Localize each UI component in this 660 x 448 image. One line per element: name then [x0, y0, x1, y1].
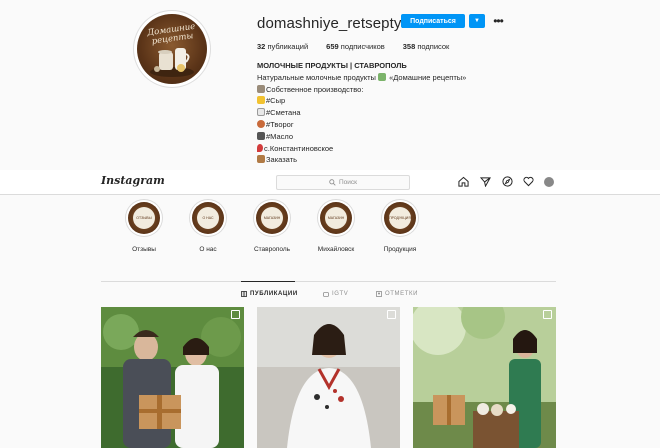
post-thumbnail[interactable] — [413, 307, 556, 448]
highlight-badge: продукция — [389, 207, 411, 229]
highlight-badge: о нас — [197, 207, 219, 229]
highlight-otzyvy[interactable]: отзывы Отзывы — [124, 200, 164, 253]
cheese-icon — [257, 96, 265, 105]
avatar-illustration — [150, 48, 194, 77]
bowl-icon — [257, 119, 265, 128]
profile-username: domashniye_retsepty26 — [257, 15, 419, 32]
post-thumbnail[interactable] — [101, 307, 244, 448]
following-stat[interactable]: 358 подписок — [403, 42, 450, 51]
highlight-o-nas[interactable]: о нас О нас — [188, 200, 228, 253]
active-tab-indicator — [241, 281, 295, 282]
highlight-badge: магазин — [261, 207, 283, 229]
bio-line: #Масло — [257, 131, 517, 143]
tab-tagged[interactable]: ОТМЕТКИ — [376, 291, 418, 297]
bio-line: Заказать — [257, 154, 517, 166]
carousel-icon — [231, 310, 240, 319]
activity-heart-icon[interactable] — [523, 176, 534, 187]
highlight-produktsiya[interactable]: продукция Продукция — [380, 200, 420, 253]
carousel-icon — [543, 310, 552, 319]
bio-line: #Творог — [257, 119, 517, 131]
bio-line: Собственное производство: — [257, 84, 517, 96]
tabs-divider — [101, 281, 556, 282]
suggestions-dropdown-button[interactable]: ▼ — [469, 14, 485, 28]
highlight-cover: отзывы — [126, 200, 162, 236]
highlight-label: Отзывы — [132, 246, 156, 253]
avatar-image: Домашние рецепты — [137, 14, 207, 84]
direct-icon[interactable] — [480, 176, 491, 187]
highlight-badge: магазин — [325, 207, 347, 229]
more-dots-icon: ••• — [493, 14, 504, 28]
post-photo-market-stall — [413, 307, 556, 448]
bio-name: МОЛОЧНЫЕ ПРОДУКТЫ | СТАВРОПОЛЬ — [257, 61, 407, 70]
profile-stats: 32 публикаций 659 подписчиков 358 подпис… — [257, 42, 449, 51]
profile-avatar[interactable]: Домашние рецепты — [134, 11, 210, 87]
highlight-badge: отзывы — [133, 207, 155, 229]
grid-icon — [241, 291, 247, 297]
highlight-cover: магазин — [254, 200, 290, 236]
highlight-label: О нас — [199, 246, 217, 253]
home-icon[interactable] — [458, 176, 469, 187]
tab-posts[interactable]: ПУБЛИКАЦИИ — [241, 291, 298, 297]
profile-bio: МОЛОЧНЫЕ ПРОДУКТЫ | СТАВРОПОЛЬ Натуральн… — [257, 60, 517, 166]
package-icon — [257, 155, 265, 164]
tab-igtv[interactable]: IGTV — [323, 291, 348, 297]
highlight-label: Продукция — [383, 246, 417, 253]
tagged-icon — [376, 291, 382, 297]
followers-stat[interactable]: 659 подписчиков — [326, 42, 385, 51]
bio-line: #Сметана — [257, 107, 517, 119]
highlight-label: Ставрополь — [253, 246, 291, 253]
carousel-icon — [387, 310, 396, 319]
explore-icon[interactable] — [502, 176, 513, 187]
instagram-logo[interactable]: Instagram — [101, 174, 165, 187]
chevron-down-icon: ▼ — [474, 18, 480, 24]
more-options-button[interactable]: ••• — [491, 14, 505, 28]
posts-stat: 32 публикаций — [257, 42, 309, 51]
highlight-cover: о нас — [190, 200, 226, 236]
highlight-cover: магазин — [318, 200, 354, 236]
highlight-stavropol[interactable]: магазин Ставрополь — [252, 200, 292, 253]
bio-line: #Сыр — [257, 95, 517, 107]
bio-line: с.Константиновское — [257, 143, 517, 155]
search-icon — [329, 179, 336, 186]
cow-icon — [257, 131, 265, 140]
highlight-label: Михайловск — [317, 246, 355, 253]
pin-icon — [257, 143, 263, 152]
search-input[interactable]: Поиск — [276, 175, 410, 190]
milk-bottle-icon — [257, 108, 265, 117]
follow-button[interactable]: Подписаться — [401, 14, 465, 28]
post-thumbnail[interactable] — [257, 307, 400, 448]
highlight-mikhaylovsk[interactable]: магазин Михайловск — [316, 200, 356, 253]
post-photo-couple — [101, 307, 244, 448]
bio-line: Натуральные молочные продукты «Домашние … — [257, 72, 467, 82]
post-photo-woman-embroidered — [257, 307, 400, 448]
profile-avatar-icon[interactable] — [544, 177, 554, 187]
factory-icon — [257, 84, 265, 93]
highlight-cover: продукция — [382, 200, 418, 236]
igtv-icon — [323, 292, 329, 297]
house-icon — [378, 72, 386, 81]
